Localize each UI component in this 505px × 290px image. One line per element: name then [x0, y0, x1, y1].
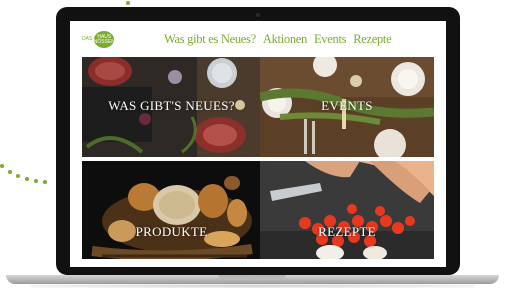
main-navigation: Was gibt es Neues? Aktionen Events Rezep…	[164, 32, 392, 47]
site-logo[interactable]: DAS HAUS NÖSSEN	[82, 31, 116, 48]
tile-label-rezepte: REZEPTE	[318, 224, 376, 239]
site-header: DAS HAUS NÖSSEN Was gibt es Neues? Aktio…	[70, 21, 446, 55]
laptop-notch	[218, 275, 286, 279]
tile-label-events: EVENTS	[321, 98, 373, 113]
cutting-tomatoes-image	[260, 161, 434, 259]
nav-item-aktionen[interactable]: Aktionen	[263, 32, 307, 47]
laptop-shadow	[30, 284, 475, 288]
logo-badge: HAUS NÖSSEN	[94, 31, 115, 48]
tile-neues[interactable]: WAS GIBT'S NEUES?	[82, 57, 261, 157]
tile-produkte[interactable]: PRODUKTE	[82, 161, 261, 259]
logo-prefix: DAS	[82, 36, 93, 42]
tile-events[interactable]: EVENTS	[260, 57, 434, 157]
tile-label-neues: WAS GIBT'S NEUES?	[108, 98, 235, 113]
nav-item-events[interactable]: Events	[314, 32, 347, 47]
tile-rezepte[interactable]: REZEPTE	[260, 161, 434, 259]
bread-basket-image	[82, 161, 261, 259]
nav-item-neues[interactable]: Was gibt es Neues?	[164, 32, 256, 47]
tile-label-produkte: PRODUKTE	[135, 224, 208, 239]
laptop-screen: DAS HAUS NÖSSEN Was gibt es Neues? Aktio…	[70, 21, 446, 267]
webcam-icon	[256, 13, 260, 17]
nav-item-rezepte[interactable]: Rezepte	[353, 32, 391, 47]
